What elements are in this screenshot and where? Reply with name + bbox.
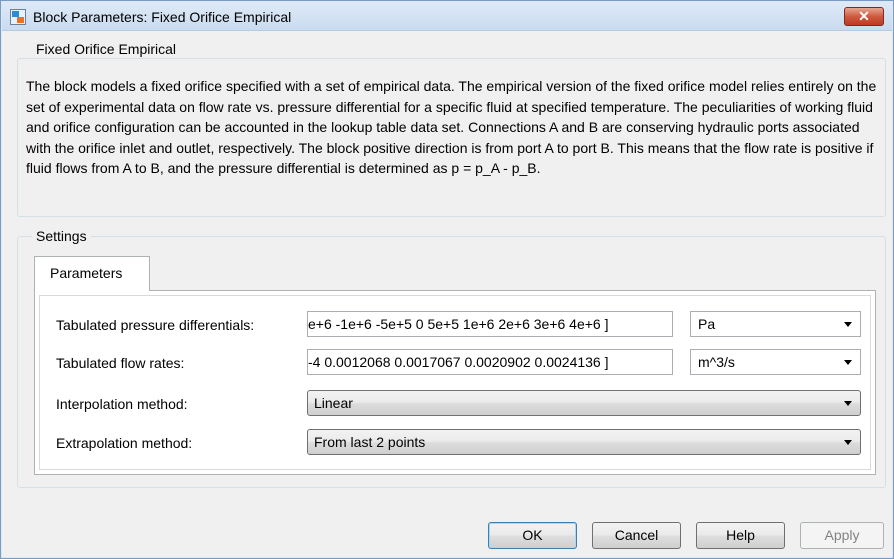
pressure-differentials-input[interactable]: e+6 -1e+6 -5e+5 0 5e+5 1e+6 2e+6 3e+6 4e… xyxy=(307,311,673,337)
help-button[interactable]: Help xyxy=(696,522,785,549)
extrapolation-method-select[interactable]: From last 2 points xyxy=(307,429,861,455)
flow-unit-value: m^3/s xyxy=(698,354,735,370)
cancel-button[interactable]: Cancel xyxy=(592,522,681,549)
apply-button[interactable]: Apply xyxy=(800,522,884,549)
extrapolation-method-value: From last 2 points xyxy=(314,434,426,450)
pressure-differentials-label: Tabulated pressure differentials: xyxy=(56,317,255,333)
title-bar[interactable]: Block Parameters: Fixed Orifice Empirica… xyxy=(2,2,892,31)
chevron-down-icon xyxy=(844,440,852,445)
chevron-down-icon xyxy=(844,401,852,406)
flow-rates-input[interactable]: -4 0.0012068 0.0017067 0.0020902 0.00241… xyxy=(307,349,673,375)
pressure-unit-value: Pa xyxy=(698,316,716,332)
app-icon xyxy=(10,9,26,25)
extrapolation-method-label: Extrapolation method: xyxy=(56,435,193,451)
description-group-title: Fixed Orifice Empirical xyxy=(32,40,181,58)
close-button[interactable]: ✕ xyxy=(844,7,884,26)
tab-parameters[interactable]: Parameters xyxy=(34,256,150,291)
parameters-panel: Tabulated pressure differentials: e+6 -1… xyxy=(34,290,876,475)
block-description: The block models a fixed orifice specifi… xyxy=(26,78,877,176)
window-title: Block Parameters: Fixed Orifice Empirica… xyxy=(33,9,292,25)
ok-button[interactable]: OK xyxy=(488,522,577,549)
pressure-unit-select[interactable]: Pa xyxy=(690,311,861,337)
chevron-down-icon xyxy=(844,322,852,327)
tab-parameters-label: Parameters xyxy=(50,265,123,281)
flow-rates-label: Tabulated flow rates: xyxy=(56,355,185,371)
close-icon: ✕ xyxy=(858,8,870,24)
parameters-inner-frame: Tabulated pressure differentials: e+6 -1… xyxy=(39,295,871,470)
interpolation-method-select[interactable]: Linear xyxy=(307,390,861,416)
interpolation-method-value: Linear xyxy=(314,395,353,411)
settings-group-title: Settings xyxy=(32,227,91,245)
flow-unit-select[interactable]: m^3/s xyxy=(690,349,861,375)
interpolation-method-label: Interpolation method: xyxy=(56,396,188,412)
chevron-down-icon xyxy=(844,360,852,365)
dialog-window: Block Parameters: Fixed Orifice Empirica… xyxy=(0,0,894,559)
